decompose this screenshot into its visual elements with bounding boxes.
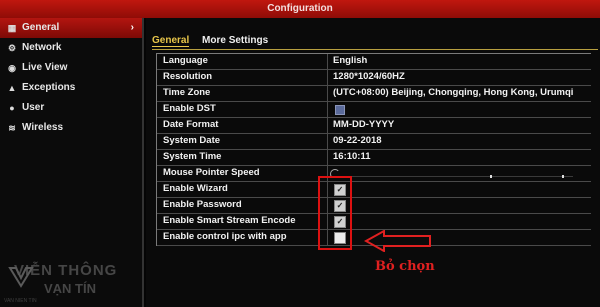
sidebar-item-label: Wireless <box>22 122 64 133</box>
sidebar-item-general[interactable]: ▦ General › <box>0 18 142 38</box>
resolution-select[interactable]: 1280*1024/60HZ <box>333 71 405 82</box>
setting-row-language: Language English <box>157 54 591 70</box>
setting-label: Mouse Pointer Speed <box>163 167 260 178</box>
annotation-label: Bỏ chọn <box>375 259 435 274</box>
setting-row-time-zone: Time Zone (UTC+08:00) Beijing, Chongqing… <box>157 86 591 102</box>
setting-row-mouse-pointer-speed: Mouse Pointer Speed <box>157 166 591 182</box>
setting-label: Enable Smart Stream Encode <box>163 215 296 226</box>
watermark-line1: VIỄN THÔNG <box>14 262 118 279</box>
setting-label: Enable DST <box>163 103 216 114</box>
watermark-line3: VAN NIEN TIN <box>4 298 37 304</box>
setting-label: System Time <box>163 151 222 162</box>
setting-label: Enable Password <box>163 199 242 210</box>
enable-dst-checkbox[interactable] <box>335 105 345 115</box>
window-title: Configuration <box>267 3 333 14</box>
user-icon: ● <box>9 103 15 113</box>
tab-more-settings[interactable]: More Settings <box>202 35 268 46</box>
setting-row-system-time: System Time 16:10:11 <box>157 150 591 166</box>
setting-row-enable-password: Enable Password ✓ <box>157 198 591 214</box>
sidebar-item-label: Live View <box>22 62 68 73</box>
tab-underline <box>152 49 598 50</box>
setting-label: Resolution <box>163 71 213 82</box>
live-view-icon: ◉ <box>8 63 16 73</box>
setting-label: Date Format <box>163 119 219 130</box>
warning-icon: ▲ <box>7 83 17 93</box>
setting-row-enable-dst: Enable DST <box>157 102 591 118</box>
setting-row-system-date: System Date 09-22-2018 <box>157 134 591 150</box>
network-icon: ⚙ <box>7 43 17 53</box>
highlight-box <box>318 176 352 250</box>
setting-row-smart-stream-encode: Enable Smart Stream Encode ✓ <box>157 214 591 230</box>
date-format-select[interactable]: MM-DD-YYYY <box>333 119 394 130</box>
main-panel: General More Settings Language English R… <box>146 18 600 307</box>
sidebar-item-live-view[interactable]: ◉ Live View <box>0 58 142 78</box>
arrow-left-icon <box>364 230 431 252</box>
sidebar-item-wireless[interactable]: ≋ Wireless <box>0 118 142 138</box>
sidebar-item-label: User <box>22 102 45 113</box>
general-icon: ▦ <box>7 23 17 33</box>
time-zone-select[interactable]: (UTC+08:00) Beijing, Chongqing, Hong Kon… <box>333 87 573 98</box>
tab-bar: General More Settings <box>152 35 278 49</box>
setting-label: System Date <box>163 135 221 146</box>
watermark-line2: VẠN TÍN <box>44 281 96 296</box>
setting-label: Enable Wizard <box>163 183 228 194</box>
setting-row-enable-wizard: Enable Wizard ✓ <box>157 182 591 198</box>
slider-tick <box>490 175 492 178</box>
setting-label: Enable control ipc with app <box>163 231 287 242</box>
system-date-field[interactable]: 09-22-2018 <box>333 135 382 146</box>
sidebar-item-label: Network <box>22 42 62 53</box>
wireless-icon: ≋ <box>8 123 16 133</box>
chevron-right-icon: › <box>130 22 134 33</box>
window-title-bar: Configuration <box>0 0 600 18</box>
settings-table: Language English Resolution 1280*1024/60… <box>156 53 591 246</box>
sidebar-item-user[interactable]: ● User <box>0 98 142 118</box>
setting-row-date-format: Date Format MM-DD-YYYY <box>157 118 591 134</box>
sidebar-item-label: General <box>22 22 60 33</box>
sidebar-item-exceptions[interactable]: ▲ Exceptions <box>0 78 142 98</box>
system-time-field[interactable]: 16:10:11 <box>333 151 371 162</box>
language-select[interactable]: English <box>333 55 367 66</box>
setting-label: Time Zone <box>163 87 211 98</box>
tab-general[interactable]: General <box>152 35 190 47</box>
slider-tick <box>562 175 564 178</box>
setting-label: Language <box>163 55 208 66</box>
sidebar-item-label: Exceptions <box>22 82 76 93</box>
setting-row-resolution: Resolution 1280*1024/60HZ <box>157 70 591 86</box>
sidebar-item-network[interactable]: ⚙ Network <box>0 38 142 58</box>
mouse-speed-slider[interactable] <box>333 176 573 177</box>
